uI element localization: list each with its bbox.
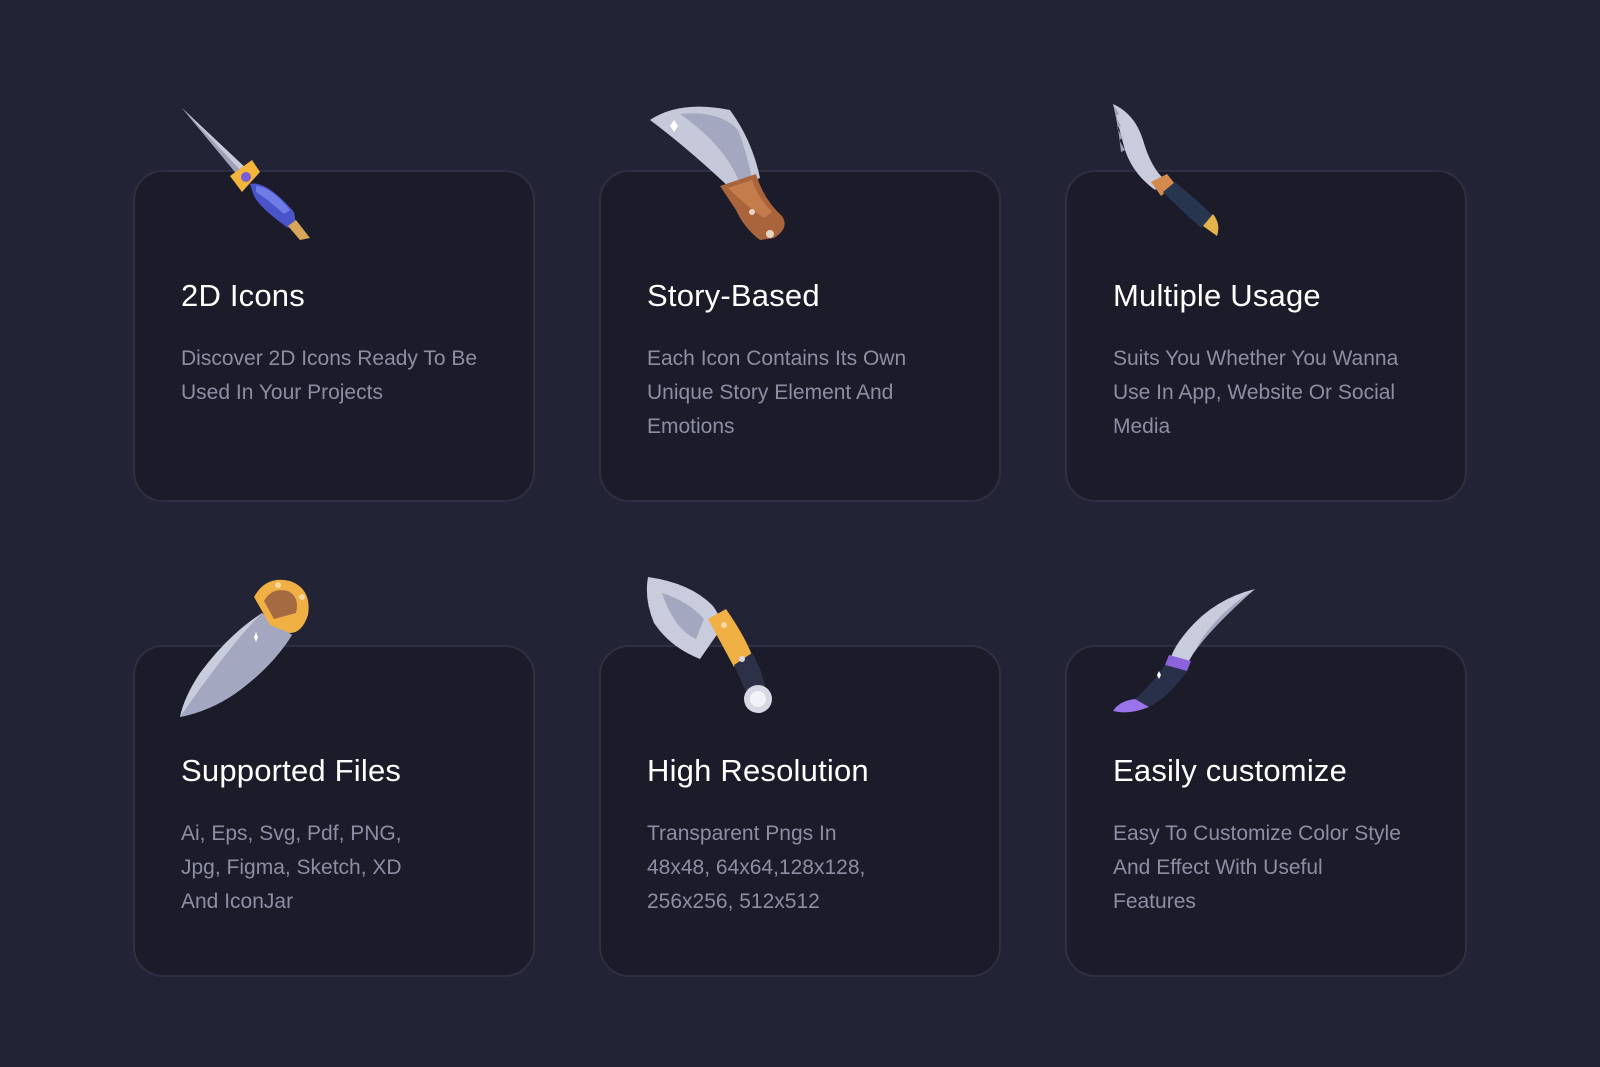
curved-knife-icon [1113, 589, 1255, 713]
dagger-blue-handle-icon [182, 108, 310, 240]
card-description-line: Emotions [647, 415, 735, 438]
card-description: Discover 2D Icons Ready To Be Used In Yo… [181, 342, 511, 410]
card-description-line: 256x256, 512x512 [647, 890, 820, 913]
card-description-line: Media [1113, 415, 1171, 438]
serrated-knife-icon [1113, 104, 1219, 236]
card-description-line: And Effect With Useful [1113, 856, 1323, 879]
card-description-line: Features [1113, 890, 1196, 913]
card-description-line: And IconJar [181, 890, 294, 913]
push-dagger-icon [180, 579, 309, 717]
card-description: Each Icon Contains Its Own Unique Story … [647, 342, 977, 444]
card-description-line: Ai, Eps, Svg, Pdf, PNG, [181, 822, 402, 845]
card-description-line: Jpg, Figma, Sketch, XD [181, 856, 402, 879]
card-title: Supported Files [181, 753, 402, 788]
card-description: Transparent Pngs In 48x48, 64x64,128x128… [647, 817, 977, 919]
hunting-knife-icon [646, 577, 772, 713]
card-description: Easy To Customize Color Style And Effect… [1113, 817, 1443, 919]
card-description-line: Used In Your Projects [181, 381, 383, 404]
card-description-line: Unique Story Element And [647, 381, 894, 404]
card-description-line: Use In App, Website Or Social [1113, 381, 1396, 404]
card-description-line: 48x48, 64x64,128x128, [647, 856, 866, 879]
card-description-line: Easy To Customize Color Style [1113, 822, 1401, 845]
card-description-line: Suits You Whether You Wanna [1113, 347, 1399, 370]
card-description-line: Discover 2D Icons Ready To Be [181, 347, 478, 370]
card-title: Multiple Usage [1113, 278, 1321, 313]
card-title: Story-Based [647, 278, 820, 313]
card-description: Suits You Whether You Wanna Use In App, … [1113, 342, 1443, 444]
cleaver-knife-icon [650, 106, 785, 240]
card-description-line: Each Icon Contains Its Own [647, 347, 907, 370]
card-title: Easily customize [1113, 753, 1348, 788]
card-title: 2D Icons [181, 278, 305, 313]
card-description: Ai, Eps, Svg, Pdf, PNG, Jpg, Figma, Sket… [181, 817, 511, 919]
card-title: High Resolution [647, 753, 869, 788]
card-description-line: Transparent Pngs In [647, 822, 837, 845]
